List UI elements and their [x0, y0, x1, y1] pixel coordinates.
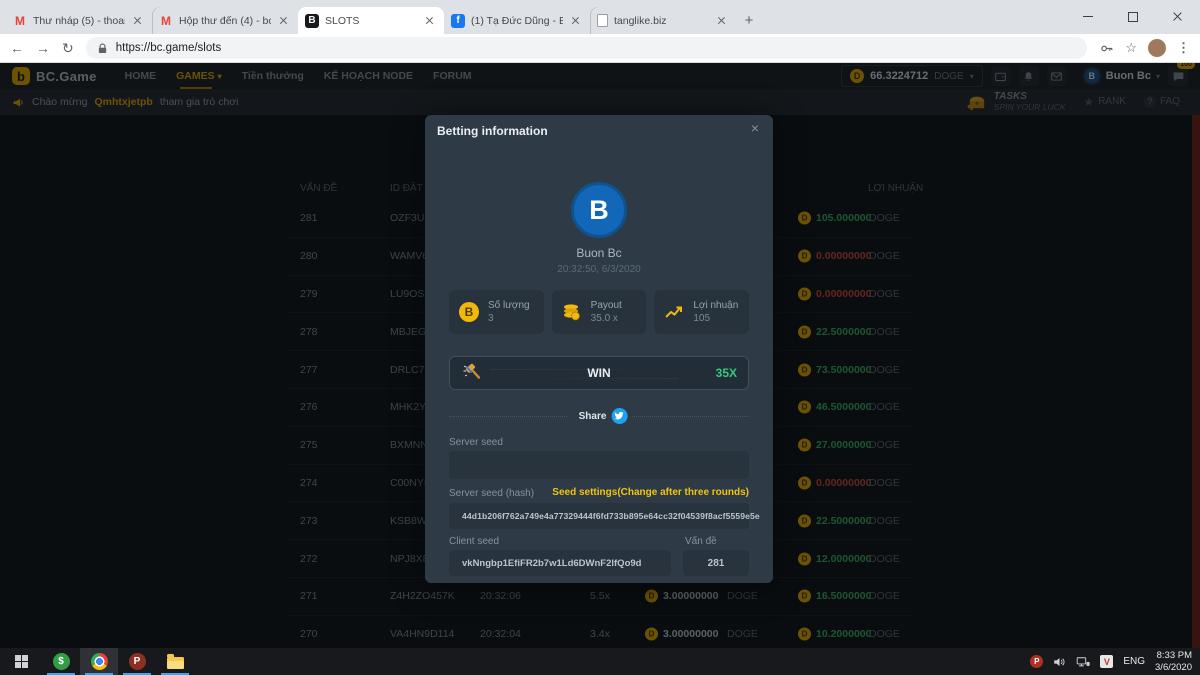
seed-settings-link[interactable]: Seed settings(Change after three rounds) [552, 487, 749, 498]
tab-title: SLOTS [325, 15, 417, 27]
page-viewport: b BC.Game HOMEGAMES▾Tiền thưởngKẾ HOẠCH … [0, 63, 1200, 648]
client-seed-label: Client seed [449, 536, 499, 547]
stat-label: Lợi nhuận [693, 300, 738, 311]
taskbar-app-chrome[interactable] [80, 648, 118, 675]
issue-input[interactable]: 281 [683, 550, 749, 576]
language-indicator[interactable]: ENG [1123, 656, 1145, 667]
bcgame-icon: B [305, 14, 319, 28]
server-seed-hash-label: Server seed (hash) [449, 488, 534, 499]
trend-up-icon [663, 301, 685, 323]
stat-value: 35.0 x [591, 313, 622, 324]
start-button[interactable] [0, 648, 42, 675]
new-tab-button[interactable]: + [736, 7, 762, 33]
folder-icon [167, 657, 184, 669]
result-label: WIN [450, 366, 748, 380]
browser-tabstrip: M Thư nháp (5) - thoai14071997@g M Hộp thư … [0, 0, 1200, 34]
coin-icon: B [458, 301, 480, 323]
betting-information-modal: Betting information × B Buon Bc 20:32:50… [425, 115, 773, 583]
window-restore-button[interactable] [1110, 0, 1155, 33]
issue-label: Vấn đề [685, 536, 717, 547]
bet-result-banner: WIN 35X [449, 356, 749, 390]
taskbar-clock[interactable]: 8:33 PM 3/6/2020 [1155, 650, 1192, 674]
system-tray: P V ENG 8:33 PM 3/6/2020 [1030, 650, 1200, 674]
forward-icon[interactable]: → [36, 41, 50, 55]
modal-title: Betting information [437, 124, 548, 138]
windows-logo-icon [15, 655, 28, 668]
taskbar-time: 8:33 PM [1155, 650, 1192, 662]
window-close-button[interactable] [1155, 0, 1200, 33]
share-button[interactable]: Share [568, 406, 631, 426]
gmail-icon: M [13, 14, 27, 28]
client-seed-input[interactable]: vkNngbp1EfiFR2b7w1Ld6DWnF2lfQo9d [449, 550, 671, 576]
stat-text: Lợi nhuận 105 [693, 300, 738, 324]
back-icon[interactable]: ← [10, 41, 24, 55]
tray-psiphon-icon[interactable]: P [1030, 655, 1043, 668]
browser-tab[interactable]: f (1) Tạ Đức Dũng - Bông Thanh N [444, 7, 590, 34]
stat-value: 3 [488, 313, 530, 324]
url-text: https://bc.game/slots [116, 42, 221, 54]
dollar-app-icon: $ [53, 653, 70, 670]
stat-card: Lợi nhuận 105 [654, 290, 749, 334]
volume-icon[interactable] [1053, 656, 1066, 668]
window-controls [1065, 0, 1200, 34]
browser-tab[interactable]: M Hộp thư đến (4) - bcgamebouns [152, 7, 298, 34]
screen: M Thư nháp (5) - thoai14071997@g M Hộp thư … [0, 0, 1200, 675]
tray-v-icon[interactable]: V [1100, 655, 1113, 668]
taskbar-app-explorer[interactable] [156, 648, 194, 675]
tab-title: tanglike.biz [614, 15, 709, 27]
stat-value: 105 [693, 313, 738, 324]
tab-title: Thư nháp (5) - thoai14071997@g [33, 15, 125, 27]
browser-tab[interactable]: tanglike.biz [590, 7, 736, 34]
browser-tabs: M Thư nháp (5) - thoai14071997@g M Hộp thư … [0, 7, 736, 34]
tab-title: Hộp thư đến (4) - bcgamebouns [179, 15, 271, 27]
tab-close-icon[interactable] [131, 14, 145, 28]
key-icon[interactable] [1099, 41, 1114, 56]
tab-close-icon[interactable] [715, 14, 729, 28]
modal-close-icon[interactable]: × [747, 120, 763, 136]
toolbar-right: ☆ ⋮ [1099, 39, 1190, 57]
tab-title: (1) Tạ Đức Dũng - Bông Thanh N [471, 15, 563, 27]
facebook-icon: f [451, 14, 465, 28]
browser-tab[interactable]: M Thư nháp (5) - thoai14071997@g [6, 7, 152, 34]
browser-profile-avatar[interactable] [1148, 39, 1166, 57]
address-bar[interactable]: https://bc.game/slots [86, 37, 1088, 59]
twitter-icon[interactable] [611, 408, 627, 424]
server-seed-label: Server seed [449, 437, 503, 448]
coin-glyph: B [459, 302, 479, 322]
stat-card: Payout 35.0 x [552, 290, 647, 334]
network-icon[interactable] [1076, 656, 1090, 668]
window-minimize-button[interactable] [1065, 0, 1110, 33]
stat-text: Payout 35.0 x [591, 300, 622, 324]
server-seed-input[interactable] [449, 451, 749, 479]
bettor-name: Buon Bc [425, 246, 773, 260]
bet-timestamp: 20:32:50, 6/3/2020 [425, 264, 773, 275]
server-seed-hash-input[interactable]: 44d1b206f762a749e4a77329444f6fd733b895e6… [449, 503, 749, 529]
page-icon [597, 14, 608, 27]
bookmark-star-icon[interactable]: ☆ [1125, 40, 1137, 56]
refresh-icon[interactable]: ↻ [62, 41, 74, 55]
browser-tab[interactable]: B SLOTS [298, 7, 444, 34]
chrome-icon [91, 653, 108, 670]
browser-menu-icon[interactable]: ⋮ [1177, 40, 1190, 56]
tab-close-icon[interactable] [569, 14, 583, 28]
windows-taskbar: $ P P V ENG 8:33 PM 3/6/2020 [0, 648, 1200, 675]
stat-card: B Số lượng 3 [449, 290, 544, 334]
stat-label: Số lượng [488, 300, 530, 311]
lock-icon [96, 42, 109, 55]
gmail-icon: M [159, 14, 173, 28]
share-label: Share [579, 411, 607, 422]
browser-toolbar: ← → ↻ https://bc.game/slots ☆ ⋮ [0, 34, 1200, 63]
stat-label: Payout [591, 300, 622, 311]
psiphon-icon: P [129, 653, 146, 670]
bet-stats: B Số lượng 3 Payout 35.0 x Lợi nhuận 105 [449, 290, 749, 334]
tab-close-icon[interactable] [423, 14, 437, 28]
taskbar-date: 3/6/2020 [1155, 662, 1192, 674]
stat-text: Số lượng 3 [488, 300, 530, 324]
bettor-avatar: B [571, 182, 627, 238]
tab-close-icon[interactable] [277, 14, 291, 28]
result-multiplier: 35X [716, 366, 737, 380]
coins-stack-icon [561, 301, 583, 323]
taskbar-app-psiphon[interactable]: P [118, 648, 156, 675]
taskbar-app-money[interactable]: $ [42, 648, 80, 675]
